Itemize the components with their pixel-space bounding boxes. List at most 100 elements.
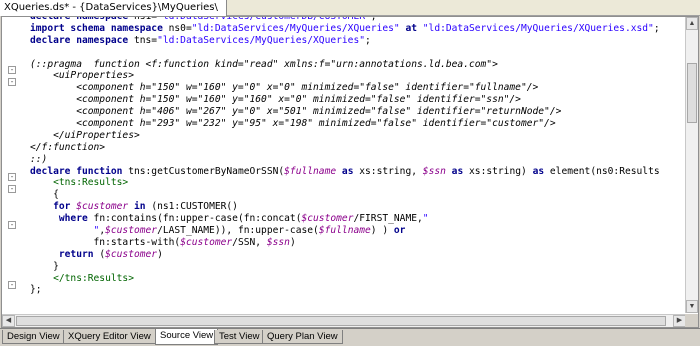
code-token: "ld:DataServices/MyQueries/XQueries" [191,22,400,34]
tab-query-plan-view[interactable]: Query Plan View [262,330,343,344]
horizontal-scrollbar[interactable]: ◀ ▶ [2,314,686,327]
code-line[interactable]: import schema namespace ns0="ld:DataServ… [30,23,684,35]
code-line[interactable]: </tns:Results> [30,273,684,285]
code-token: /SSN, [232,236,267,248]
code-token: as [445,165,470,177]
source-editor[interactable]: - - - - - - declare namespace ns1="ld:Da… [1,16,699,328]
code-line[interactable]: return ($customer) [30,249,684,261]
code-token: $ssn [422,165,446,177]
code-token: " [422,213,429,225]
fold-marker-results[interactable]: - [8,185,16,193]
code-token: </tns:Results> [30,272,134,284]
code-token: as [532,165,550,177]
code-token: <component h="150" w="160" y="0" x="0" m… [30,82,539,94]
code-token: tns:getCustomerByNameOrSSN( [128,165,285,177]
code-token: </f:function> [30,141,106,153]
code-token: <component h="406" w="267" y="0" x="501"… [30,106,562,118]
code-line[interactable]: ::) [30,154,684,166]
code-line[interactable]: for $customer in (ns1:CUSTOMER() [30,201,684,213]
code-token: $customer [105,225,158,237]
code-token: tns= [133,34,158,46]
code-line[interactable]: declare function tns:getCustomerByNameOr… [30,166,684,178]
code-line[interactable]: { [30,189,684,201]
code-line[interactable]: <component h="406" w="267" y="0" x="501"… [30,106,684,118]
code-token: <component h="293" w="232" y="95" x="198… [30,118,556,130]
code-token: ns1= [133,16,158,22]
code-line[interactable]: </f:function> [30,142,684,154]
code-text[interactable]: declare namespace ns1="ld:DataServices/C… [30,16,684,296]
fold-marker-function[interactable]: - [8,173,16,181]
code-token: return [30,248,100,260]
code-token: (::pragma function <f:function kind="rea… [30,58,498,70]
code-token: " [30,225,100,237]
code-token: ) [157,248,163,260]
code-line[interactable]: }; [30,284,684,296]
code-token: "ld:DataServices/CustomerDB/CUSTOMER" [157,16,371,22]
fold-marker-end[interactable]: - [8,281,16,289]
code-token: fn:contains(fn:upper-case(fn:concat( [93,213,302,225]
code-line[interactable]: } [30,261,684,273]
tab-test-view[interactable]: Test View [214,330,265,344]
vertical-scroll-thumb[interactable] [687,63,697,123]
code-token: at [399,22,423,34]
code-line[interactable]: where fn:contains(fn:upper-case(fn:conca… [30,213,684,225]
code-token: ns0= [168,22,192,34]
fold-marker-pragma[interactable]: - [8,66,16,74]
code-line[interactable]: (::pragma function <f:function kind="rea… [30,59,684,71]
code-token: <uiProperties> [30,70,134,82]
code-token: xs:string) [469,165,533,177]
tab-source-view[interactable]: Source View [155,329,219,345]
code-token: ; [365,34,371,46]
code-token: declare function [30,165,129,177]
code-line[interactable]: <uiProperties> [30,70,684,82]
code-token: $customer [301,213,354,225]
code-line[interactable]: declare namespace tns="ld:DataServices/M… [30,35,684,47]
code-token: xs:string, [359,165,423,177]
fold-marker-for[interactable]: - [8,221,16,229]
vertical-scrollbar[interactable]: ▲ ▼ [685,17,698,313]
code-line[interactable] [30,47,684,59]
code-token: ) ) [370,225,394,237]
code-line[interactable]: fn:starts-with($customer/SSN, $ssn) [30,237,684,249]
code-token: $ssn [266,236,290,248]
code-token: where [30,213,94,225]
line-gutter: - - - - - - [2,17,22,327]
code-token: } [30,260,59,272]
code-token: <tns:Results> [30,177,129,189]
tab-design-view[interactable]: Design View [2,330,65,344]
code-token: element(ns0:Results [549,165,660,177]
code-token: declare namespace [30,34,134,46]
code-line[interactable]: <tns:Results> [30,177,684,189]
tab-xquery-editor-view[interactable]: XQuery Editor View [63,330,156,344]
scroll-corner [685,314,698,327]
code-line[interactable]: <component h="150" w="160" y="0" x="0" m… [30,82,684,94]
code-token: (ns1:CUSTOMER() [151,201,238,213]
code-token: "ld:DataServices/MyQueries/XQueries" [157,34,366,46]
code-token: <component h="150" w="160" y="160" x="0"… [30,94,521,106]
code-token: ; [370,16,377,22]
code-token: fn:starts-with( [30,236,181,248]
code-token: $fullname [318,225,371,237]
code-token: "ld:DataServices/MyQueries/XQueries.xsd" [422,22,654,34]
code-token: /FIRST_NAME, [353,213,423,225]
scroll-down-arrow-icon[interactable]: ▼ [686,300,698,313]
code-token: in [128,201,152,213]
code-token: or [393,225,406,237]
file-tab[interactable]: XQueries.ds* - {DataServices}\MyQueries\ [0,0,227,16]
code-line[interactable]: <component h="150" w="160" y="160" x="0"… [30,94,684,106]
code-token: import schema namespace [30,22,169,34]
fold-marker-uiproperties[interactable]: - [8,78,16,86]
code-token: ; [653,22,660,34]
code-line[interactable]: ",$customer/LAST_NAME)), fn:upper-case($… [30,225,684,237]
code-token: as [336,165,360,177]
code-token: for [30,201,77,213]
code-token: $customer [76,201,129,213]
code-line[interactable]: declare namespace ns1="ld:DataServices/C… [30,16,684,23]
scroll-up-arrow-icon[interactable]: ▲ [686,17,698,30]
code-token: ) [289,236,296,248]
editor-titlebar: XQueries.ds* - {DataServices}\MyQueries\ [0,0,700,16]
code-line[interactable]: <component h="293" w="232" y="95" x="198… [30,118,684,130]
scroll-left-arrow-icon[interactable]: ◀ [2,315,15,327]
code-line[interactable]: </uiProperties> [30,130,684,142]
horizontal-scroll-thumb[interactable] [16,316,666,326]
